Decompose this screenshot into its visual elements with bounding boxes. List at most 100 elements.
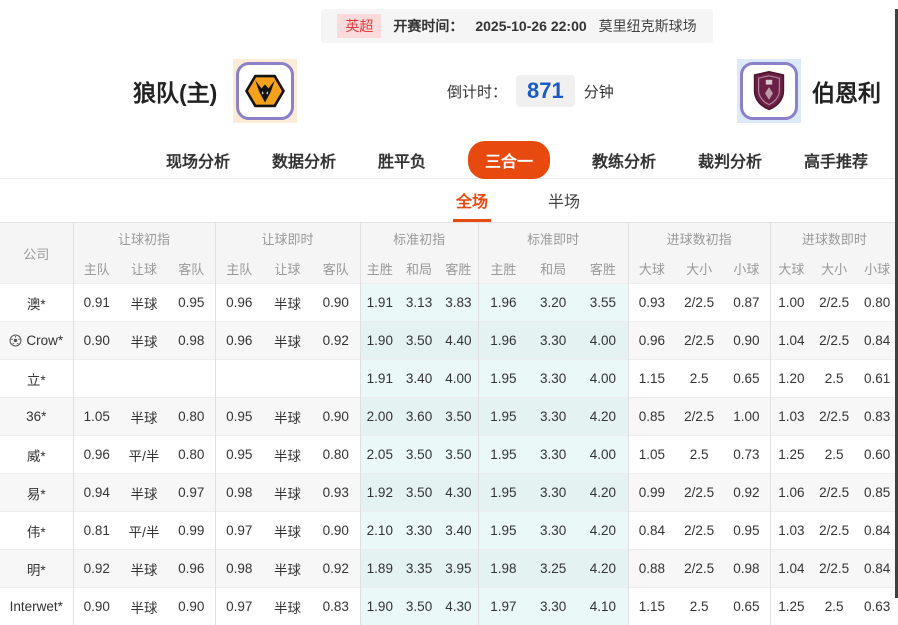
odds-cell: 0.96 [168,550,215,588]
odds-cell: 0.87 [723,284,770,322]
sub-header: 和局 [528,253,578,284]
sub-header: 小球 [723,253,770,284]
odds-cell: 2/2.5 [812,474,856,512]
odds-cell: 3.95 [439,550,478,588]
odds-cell: 3.30 [399,512,439,550]
company-cell[interactable]: 易* [0,474,73,512]
table-body: 澳*0.91半球0.950.96半球0.901.913.133.831.963.… [0,284,898,625]
group-header-4: 进球数初指 [628,223,770,254]
sub-header: 主队 [73,253,120,284]
group-header-1: 让球即时 [215,223,360,254]
table-row: 36*1.05半球0.800.95半球0.902.003.603.501.953… [0,398,898,436]
odds-cell: 0.95 [723,512,770,550]
company-cell[interactable]: 立* [0,360,73,398]
nav-tab-6[interactable]: 高手推荐 [804,148,868,172]
odds-cell: 1.92 [360,474,399,512]
odds-cell: 1.98 [478,550,528,588]
nav-tab-0[interactable]: 现场分析 [166,148,230,172]
odds-cell: 3.30 [528,474,578,512]
odds-cell: 半球 [263,398,312,436]
sub-header: 让球 [120,253,168,284]
odds-cell: 0.92 [73,550,120,588]
odds-cell: 3.50 [439,436,478,474]
odds-cell: 半球 [263,474,312,512]
odds-cell: 0.65 [723,588,770,625]
odds-cell: 0.85 [628,398,675,436]
odds-cell: 0.99 [168,512,215,550]
group-header-3: 标准即时 [478,223,628,254]
sub-header: 主胜 [478,253,528,284]
odds-cell: 2.10 [360,512,399,550]
countdown-label: 倒计时： [447,81,507,102]
odds-cell: 1.15 [628,588,675,625]
odds-cell: 1.96 [478,322,528,360]
company-cell[interactable]: Crow* [0,322,73,360]
sub-header: 大小 [675,253,723,284]
odds-cell: 1.25 [770,436,812,474]
sub-header: 主队 [215,253,263,284]
company-cell[interactable]: 威* [0,436,73,474]
odds-cell: 0.81 [73,512,120,550]
odds-cell: 1.90 [360,322,399,360]
odds-cell: 0.93 [628,284,675,322]
odds-cell: 0.80 [856,284,898,322]
odds-cell: 1.00 [723,398,770,436]
odds-cell: 0.92 [723,474,770,512]
odds-cell: 3.25 [528,550,578,588]
table-row: Interwet*0.90半球0.900.97半球0.831.903.504.3… [0,588,898,625]
odds-cell: 2/2.5 [675,398,723,436]
odds-cell: 0.84 [856,550,898,588]
period-tab-0[interactable]: 全场 [453,188,491,222]
odds-cell: 2/2.5 [812,398,856,436]
odds-cell: 0.84 [856,322,898,360]
nav-tab-4[interactable]: 教练分析 [592,148,656,172]
wolves-crest-icon [243,69,287,113]
nav-tabs: 现场分析 数据分析 胜平负 三合一 教练分析 裁判分析 高手推荐 [0,141,898,179]
company-cell[interactable]: 澳* [0,284,73,322]
odds-cell: 0.84 [856,512,898,550]
odds-cell: 0.94 [73,474,120,512]
odds-cell: 3.40 [439,512,478,550]
odds-cell: 1.05 [628,436,675,474]
company-cell[interactable]: 36* [0,398,73,436]
home-team-name: 狼队(主) [133,74,217,108]
odds-cell: 4.20 [578,398,628,436]
nav-tab-5[interactable]: 裁判分析 [698,148,762,172]
odds-cell: 3.40 [399,360,439,398]
odds-cell: 0.92 [312,322,360,360]
odds-cell: 0.90 [312,284,360,322]
odds-cell: 1.95 [478,360,528,398]
odds-cell: 1.97 [478,588,528,625]
odds-cell: 4.30 [439,474,478,512]
company-cell[interactable]: 明* [0,550,73,588]
odds-cell: 3.55 [578,284,628,322]
company-cell[interactable]: Interwet* [0,588,73,625]
odds-cell: 1.25 [770,588,812,625]
nav-tab-2[interactable]: 胜平负 [378,148,426,172]
odds-cell: 1.05 [73,398,120,436]
odds-cell: 0.97 [168,474,215,512]
odds-cell: 2.00 [360,398,399,436]
odds-cell: 3.30 [528,436,578,474]
countdown: 倒计时： 871 分钟 [447,75,614,107]
nav-tab-3[interactable]: 三合一 [468,141,550,179]
odds-cell: 1.06 [770,474,812,512]
odds-cell: 1.91 [360,360,399,398]
odds-cell: 半球 [120,588,168,625]
table-row: 澳*0.91半球0.950.96半球0.901.913.133.831.963.… [0,284,898,322]
sub-header: 客胜 [578,253,628,284]
odds-cell: 2/2.5 [675,474,723,512]
odds-cell: 3.35 [399,550,439,588]
odds-cell: 2.5 [812,360,856,398]
nav-tab-1[interactable]: 数据分析 [272,148,336,172]
odds-cell: 0.73 [723,436,770,474]
company-cell[interactable]: 伟* [0,512,73,550]
kickoff-time: 2025-10-26 22:00 [475,18,586,34]
period-tab-1[interactable]: 半场 [545,188,583,222]
sub-header: 主胜 [360,253,399,284]
odds-cell: 0.90 [723,322,770,360]
sub-header: 让球 [263,253,312,284]
odds-cell: 3.20 [528,284,578,322]
odds-cell: 0.60 [856,436,898,474]
odds-cell: 3.30 [528,512,578,550]
